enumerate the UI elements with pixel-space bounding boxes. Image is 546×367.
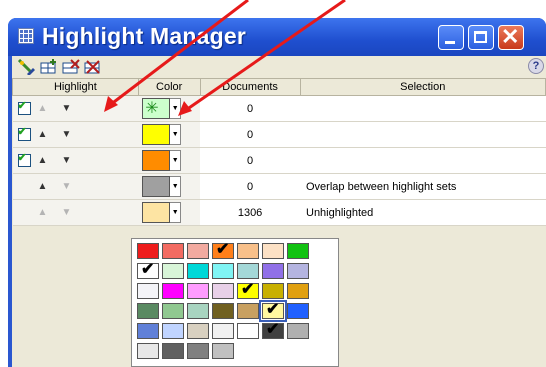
red-arrow-1 [109, 0, 249, 107]
annotation-overlay [104, 0, 346, 116]
red-arrowhead-1 [104, 96, 118, 112]
red-arrowhead-2 [178, 101, 192, 116]
red-arrow-2 [185, 0, 346, 112]
